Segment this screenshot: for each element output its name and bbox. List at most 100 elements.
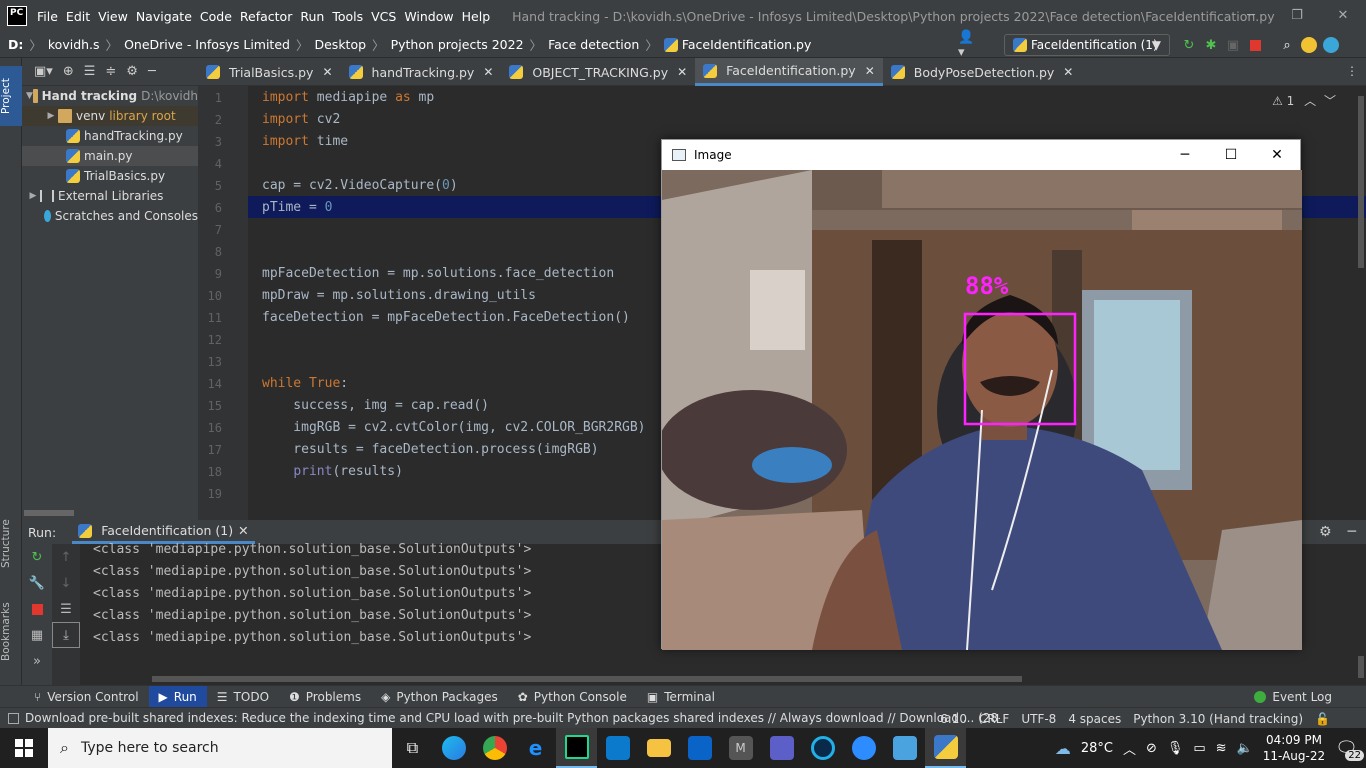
collapse-all-icon[interactable]: ≑ xyxy=(105,64,116,79)
task-view-icon[interactable]: ⧉ xyxy=(392,728,433,768)
menu-refactor[interactable]: Refactor xyxy=(236,9,296,24)
structure-tool-tab[interactable]: Structure xyxy=(0,512,22,576)
zoom-icon[interactable] xyxy=(843,728,884,768)
start-button[interactable] xyxy=(0,728,48,768)
rerun-icon[interactable]: ↻ xyxy=(22,544,52,570)
chevron-down-icon[interactable]: ﹀ xyxy=(1324,94,1336,108)
file-explorer-icon[interactable] xyxy=(638,728,679,768)
code-line[interactable]: imgRGB = cv2.cvtColor(img, cv2.COLOR_BGR… xyxy=(262,417,645,439)
close-icon[interactable]: ✕ xyxy=(1320,0,1366,32)
run-configuration-select[interactable]: FaceIdentification (1) ▼ xyxy=(1004,34,1170,56)
tab-version-control[interactable]: ⑂ Version Control xyxy=(0,686,149,708)
bookmarks-tool-tab[interactable]: Bookmarks xyxy=(0,598,22,666)
minimize-icon[interactable]: ─ xyxy=(1162,140,1208,170)
editor-vscrollbar[interactable] xyxy=(1358,96,1364,268)
temperature[interactable]: 28°C xyxy=(1081,741,1113,756)
image-window[interactable]: Image ─ ☐ ✕ 88% xyxy=(661,139,1302,650)
line-separator[interactable]: CRLF xyxy=(979,712,1009,726)
tree-venv[interactable]: ▶ venv library root xyxy=(22,106,198,126)
tab-todo[interactable]: ☰ TODO xyxy=(207,686,279,708)
code-line[interactable]: while True: xyxy=(262,373,348,395)
crumb-user[interactable]: kovidh.s xyxy=(48,37,100,52)
minimize-icon[interactable]: ─ xyxy=(1228,0,1274,32)
close-tab-icon[interactable]: ✕ xyxy=(865,64,875,78)
code-line[interactable]: pTime = 0 xyxy=(262,197,332,219)
tab-terminal[interactable]: ▣ Terminal xyxy=(637,686,725,708)
notifications-icon[interactable]: 🗨 22 xyxy=(1335,738,1364,761)
expand-all-icon[interactable]: ☰ xyxy=(84,64,96,79)
search-icon[interactable]: ⌕ xyxy=(1276,34,1298,56)
chrome-icon[interactable] xyxy=(474,728,515,768)
maximize-icon[interactable]: ☐ xyxy=(1208,140,1254,170)
coverage-icon[interactable]: ▣ xyxy=(1222,34,1244,56)
user-icon[interactable]: 👤▾ xyxy=(958,30,980,60)
clock[interactable]: 04:09 PM 11-Aug-22 xyxy=(1263,732,1325,764)
tree-root[interactable]: ▼ Hand tracking D:\kovidh xyxy=(22,86,198,106)
chevron-up-icon[interactable]: ︿ xyxy=(1304,94,1316,108)
more-icon[interactable]: » xyxy=(22,648,52,674)
hide-icon[interactable]: ─ xyxy=(148,64,156,79)
menu-code[interactable]: Code xyxy=(196,9,236,24)
wrench-icon[interactable]: 🔧 xyxy=(22,570,52,596)
file-encoding[interactable]: UTF-8 xyxy=(1021,712,1056,726)
tab-handtracking[interactable]: handTracking.py ✕ xyxy=(341,58,502,86)
tree-file-trialbasics[interactable]: TrialBasics.py xyxy=(22,166,198,186)
tab-object-tracking[interactable]: OBJECT_TRACKING.py ✕ xyxy=(501,58,695,86)
update-icon[interactable] xyxy=(1298,34,1320,56)
edge-icon[interactable] xyxy=(433,728,474,768)
layout-icon[interactable]: ▦ xyxy=(22,622,52,648)
teams-icon[interactable] xyxy=(761,728,802,768)
project-tool-tab[interactable]: Project xyxy=(0,66,22,126)
menu-window[interactable]: Window xyxy=(400,9,457,24)
menu-file[interactable]: File xyxy=(33,9,62,24)
code-line[interactable]: mpDraw = mp.solutions.drawing_utils xyxy=(262,285,536,307)
menu-vcs[interactable]: VCS xyxy=(367,9,400,24)
code-line[interactable]: import time xyxy=(262,131,348,153)
code-line[interactable]: print(results) xyxy=(262,461,403,483)
close-tab-icon[interactable]: ✕ xyxy=(238,523,248,538)
vscode-icon[interactable] xyxy=(597,728,638,768)
gear-icon[interactable]: ⚙ xyxy=(1319,524,1332,540)
inspection-widget[interactable]: ⚠ 1 ︿ ﹀ xyxy=(1272,92,1336,109)
taskbar-search[interactable]: ⌕ Type here to search xyxy=(48,728,392,768)
remote-desktop-icon[interactable] xyxy=(884,728,925,768)
pycharm-icon[interactable] xyxy=(556,728,597,768)
project-view-icon[interactable]: ▣▾ xyxy=(34,64,53,79)
tab-faceidentification[interactable]: FaceIdentification.py ✕ xyxy=(695,58,883,86)
tab-trialbasics[interactable]: TrialBasics.py ✕ xyxy=(198,58,341,86)
python-icon[interactable] xyxy=(925,728,966,768)
restore-icon[interactable]: ❐ xyxy=(1274,0,1320,32)
close-icon[interactable]: ✕ xyxy=(1254,140,1300,170)
rerun-icon[interactable]: ↻ xyxy=(1178,34,1200,56)
tree-scratches[interactable]: Scratches and Consoles xyxy=(22,206,198,226)
menu-edit[interactable]: Edit xyxy=(62,9,94,24)
close-tab-icon[interactable]: ✕ xyxy=(1063,65,1073,79)
wifi-icon[interactable]: ≋ xyxy=(1216,741,1227,756)
menu-tools[interactable]: Tools xyxy=(328,9,367,24)
status-message[interactable]: Download pre-built shared indexes: Reduc… xyxy=(0,711,1000,725)
code-line[interactable]: mpFaceDetection = mp.solutions.face_dete… xyxy=(262,263,614,285)
menu-help[interactable]: Help xyxy=(458,9,495,24)
chevron-up-icon[interactable]: ︿ xyxy=(1123,739,1136,758)
network-alert-icon[interactable]: ⊘ xyxy=(1146,741,1157,756)
plugin-icon[interactable] xyxy=(1320,34,1342,56)
gear-icon[interactable]: ⚙ xyxy=(126,64,138,79)
close-tab-icon[interactable]: ✕ xyxy=(483,65,493,79)
tab-run[interactable]: ▶ Run xyxy=(148,685,207,708)
debug-icon[interactable]: ✱ xyxy=(1200,34,1222,56)
crumb-projects[interactable]: Python projects 2022 xyxy=(391,37,524,52)
crumb-face-detection[interactable]: Face detection xyxy=(548,37,639,52)
project-hscrollbar[interactable] xyxy=(24,510,74,516)
arrow-up-icon[interactable]: ↑ xyxy=(52,544,80,570)
tab-bodyposedetection[interactable]: BodyPoseDetection.py ✕ xyxy=(883,58,1082,86)
locate-icon[interactable]: ⊕ xyxy=(63,64,74,79)
python-interpreter[interactable]: Python 3.10 (Hand tracking) xyxy=(1133,712,1303,726)
menu-navigate[interactable]: Navigate xyxy=(132,9,196,24)
code-line[interactable]: success, img = cap.read() xyxy=(262,395,489,417)
tree-file-main[interactable]: main.py xyxy=(22,146,198,166)
code-line[interactable]: faceDetection = mpFaceDetection.FaceDete… xyxy=(262,307,630,329)
tabs-more-icon[interactable]: ⋮ xyxy=(1346,64,1358,78)
code-line[interactable]: import mediapipe as mp xyxy=(262,87,434,109)
tab-python-packages[interactable]: ◈ Python Packages xyxy=(371,686,508,708)
webex-icon[interactable] xyxy=(802,728,843,768)
